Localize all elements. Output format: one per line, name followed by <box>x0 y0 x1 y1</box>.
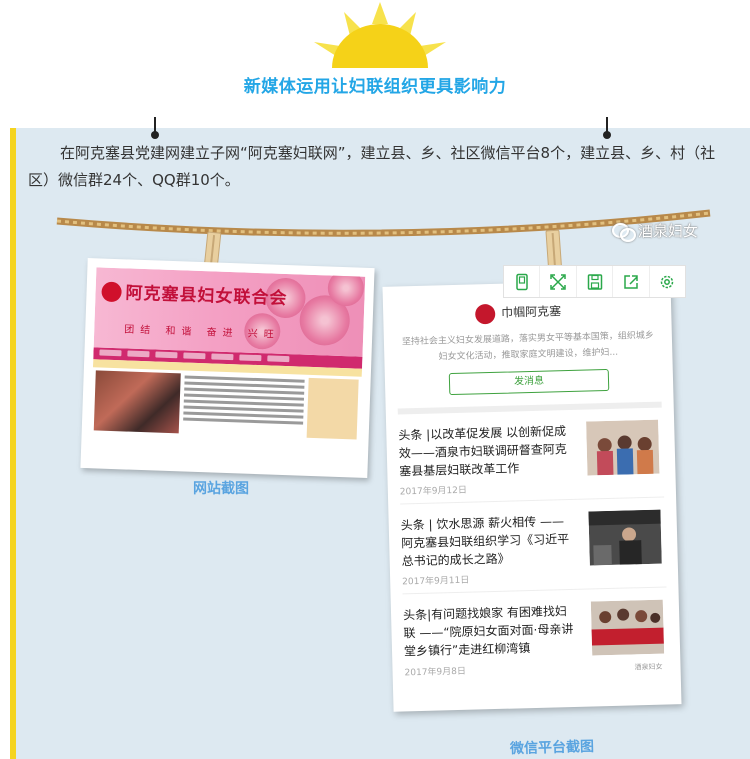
site-photo <box>93 370 181 434</box>
article-item[interactable]: 头条 | 饮水思源 薪火相传 ——阿克塞县妇联组织学习《习近平总书记的成长之路》… <box>400 497 667 595</box>
fullscreen-button[interactable] <box>540 266 577 297</box>
save-icon <box>587 273 602 290</box>
watermark-text: 酒泉妇女 <box>638 222 699 240</box>
account-logo <box>474 303 496 325</box>
footer-watermark: 酒泉妇女 <box>634 662 663 672</box>
site-banner: 阿克塞县妇女联合会 团结 和谐 奋进 兴旺 <box>93 267 366 357</box>
site-logo <box>101 281 122 303</box>
website-screenshot-photo: 阿克塞县妇女联合会 团结 和谐 奋进 兴旺 <box>80 258 375 478</box>
article-thumbnail <box>586 419 660 476</box>
save-button[interactable] <box>577 266 614 297</box>
wechat-caption: 微信平台截图 <box>509 738 595 758</box>
settings-button[interactable] <box>650 266 685 297</box>
article-item[interactable]: 头条 |以改革促发展 以创新促成效——酒泉市妇联调研督查阿克塞县基层妇联改革工作… <box>397 407 665 505</box>
share-icon <box>624 274 638 289</box>
fullscreen-icon <box>550 273 566 290</box>
sun-illustration <box>314 2 446 68</box>
phone-preview-button[interactable] <box>504 266 541 297</box>
wechat-screenshot-photo: 巾帼阿克塞 坚持社会主义妇女发展道路，落实男女平等基本国策，组织城乡妇女文化活动… <box>382 279 682 712</box>
send-message-button[interactable]: 发消息 <box>448 368 610 396</box>
article-thumbnail <box>590 599 665 656</box>
website-caption: 网站截图 <box>193 481 249 497</box>
article-item[interactable]: 头条|有问题找娘家 有困难找妇联 ——“院原妇女面对面·母亲讲堂乡镇行”走进红柳… <box>403 588 669 685</box>
page-title: 新媒体运用让妇联组织更具影响力 <box>243 77 507 97</box>
article-title: 头条|有问题找娘家 有困难找妇联 ——“院原妇女面对面·母亲讲堂乡镇行”走进红柳… <box>402 604 574 659</box>
body-paragraph: 在阿克塞县党建网建立子网“阿克塞妇联网”，建立县、乡、社区微信平台8个，建立县、… <box>28 144 716 189</box>
pin-right <box>603 117 611 139</box>
website-screenshot: 阿克塞县妇女联合会 团结 和谐 奋进 兴旺 <box>89 267 366 469</box>
settings-icon <box>661 275 674 288</box>
article-date: 2017年9月8日 <box>404 666 467 679</box>
site-name: 阿克塞县妇女联合会 <box>125 283 288 310</box>
image-toolbar <box>503 265 686 298</box>
phone-preview-icon <box>515 273 528 290</box>
share-button[interactable] <box>613 266 650 297</box>
article-title: 头条 |以改革促发展 以创新促成效——酒泉市妇联调研督查阿克塞县基层妇联改革工作 <box>398 424 567 479</box>
article-title: 头条 | 饮水思源 薪火相传 ——阿克塞县妇联组织学习《习近平总书记的成长之路》 <box>400 514 570 569</box>
article-date: 2017年9月11日 <box>402 575 470 588</box>
watermark: 酒泉妇女 <box>612 220 699 242</box>
account-description: 坚持社会主义妇女发展道路，落实男女平等基本国策，组织城乡妇女文化活动，推取家庭文… <box>401 330 655 363</box>
account-name: 巾帼阿克塞 <box>501 304 562 320</box>
wechat-account-header: 巾帼阿克塞 坚持社会主义妇女发展道路，落实男女平等基本国策，组织城乡妇女文化活动… <box>394 289 662 415</box>
pin-left <box>151 117 159 139</box>
article-thumbnail <box>588 509 662 566</box>
wechat-icon <box>612 222 636 242</box>
article-date: 2017年9月12日 <box>399 485 468 498</box>
site-content <box>91 367 362 442</box>
